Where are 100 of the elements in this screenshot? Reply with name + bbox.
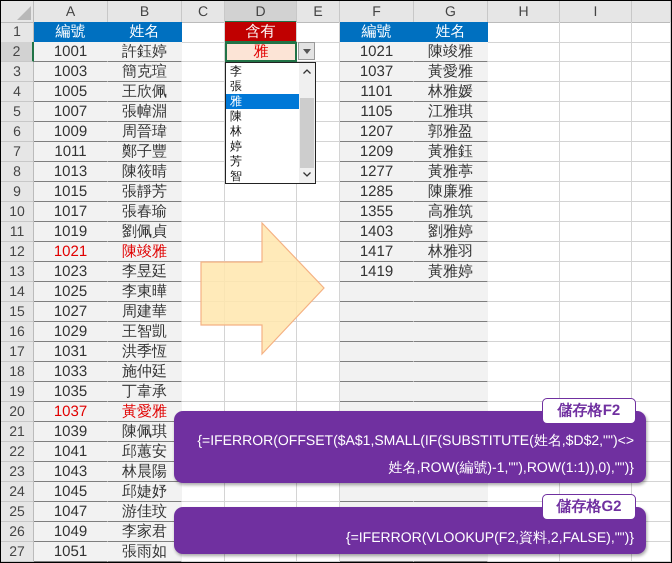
table-cell: 周建華 (108, 302, 182, 322)
row-header[interactable]: 5 (1, 102, 34, 122)
empty-cell (632, 342, 671, 362)
dropdown-item[interactable]: 李 (226, 64, 299, 79)
scrollbar-thumb[interactable] (300, 98, 314, 168)
table-cell: 劉佩貞 (108, 222, 182, 242)
empty-cell (632, 202, 671, 222)
empty-cell (560, 242, 632, 262)
table-cell: 林雅媛 (414, 82, 488, 102)
row-header[interactable]: 17 (1, 342, 34, 362)
table-cell: 陳竣雅 (414, 42, 488, 62)
table-cell: 1403 (340, 222, 414, 242)
chevron-down-icon[interactable] (303, 172, 311, 177)
row-header[interactable]: 12 (1, 242, 34, 262)
empty-cell (560, 262, 632, 282)
column-header[interactable]: I (560, 1, 632, 23)
table-cell: 1105 (340, 102, 414, 122)
select-all-icon[interactable] (17, 6, 31, 20)
table-cell: 1013 (34, 162, 108, 182)
table-cell: 李東曄 (108, 282, 182, 302)
table-cell: 1007 (34, 102, 108, 122)
row-header[interactable]: 7 (1, 142, 34, 162)
row-header[interactable]: 16 (1, 322, 34, 342)
column-header[interactable]: H (488, 1, 560, 23)
empty-cell (560, 42, 632, 62)
row-header[interactable]: 13 (1, 262, 34, 282)
chevron-up-icon[interactable] (303, 69, 311, 74)
empty-cell (632, 262, 671, 282)
table-cell: 黃愛雅 (414, 62, 488, 82)
table-cell: 1417 (340, 242, 414, 262)
empty-cell (560, 62, 632, 82)
table-cell: 1025 (34, 282, 108, 302)
column-header[interactable] (632, 1, 671, 23)
row-header[interactable]: 18 (1, 362, 34, 382)
dropdown-button[interactable] (298, 42, 315, 60)
table-cell: 江雅琪 (414, 102, 488, 122)
table-cell: 劉雅婷 (414, 222, 488, 242)
dropdown-item[interactable]: 陳 (226, 109, 299, 124)
table-cell: 1023 (34, 262, 108, 282)
empty-cell (632, 82, 671, 102)
table-cell: 1011 (34, 142, 108, 162)
row-header[interactable]: 9 (1, 182, 34, 202)
row-header[interactable]: 11 (1, 222, 34, 242)
row-header[interactable]: 4 (1, 82, 34, 102)
column-heading: 姓名 (414, 22, 488, 43)
dropdown-item[interactable]: 雅 (226, 94, 299, 109)
row-header[interactable]: 14 (1, 282, 34, 302)
column-header[interactable]: C (182, 1, 225, 23)
table-cell: 施仲廷 (108, 362, 182, 382)
dropdown-item[interactable]: 婷 (226, 139, 299, 154)
empty-cell (560, 162, 632, 182)
table-cell: 周晉瑋 (108, 122, 182, 142)
table-cell: 1277 (340, 162, 414, 182)
column-header[interactable]: B (108, 1, 182, 23)
row-header[interactable]: 8 (1, 162, 34, 182)
row-header[interactable]: 6 (1, 122, 34, 142)
row-header[interactable]: 3 (1, 62, 34, 82)
row-header[interactable]: 24 (1, 482, 34, 502)
row-header[interactable]: 21 (1, 422, 34, 442)
dropdown-item[interactable]: 芳 (226, 154, 299, 169)
table-cell: 1045 (34, 482, 108, 502)
row-header[interactable]: 1 (1, 22, 34, 43)
table-cell: 李昱廷 (108, 262, 182, 282)
empty-cell (632, 122, 671, 142)
empty-cell (560, 222, 632, 242)
dropdown-item[interactable]: 張 (226, 79, 299, 94)
row-header[interactable]: 25 (1, 502, 34, 522)
row-header[interactable]: 26 (1, 522, 34, 542)
row-header[interactable]: 20 (1, 402, 34, 422)
table-cell: 陳廉雅 (414, 182, 488, 202)
row-header[interactable]: 27 (1, 542, 34, 562)
row-header[interactable]: 15 (1, 302, 34, 322)
table-cell: 1003 (34, 62, 108, 82)
table-cell: 黃雅鈺 (414, 142, 488, 162)
column-heading: 姓名 (108, 22, 182, 43)
table-cell: 高雅筑 (414, 202, 488, 222)
empty-cell (632, 142, 671, 162)
table-cell: 張靜芳 (108, 182, 182, 202)
column-header[interactable]: G (414, 1, 488, 23)
formula-text: {=IFERROR(VLOOKUP(F2,資料,2,FALSE),"")} (344, 528, 634, 547)
column-header[interactable]: F (340, 1, 414, 23)
row-header[interactable]: 22 (1, 442, 34, 462)
column-header[interactable]: D (225, 1, 297, 23)
empty-cell (560, 322, 632, 342)
dropdown-item[interactable]: 智 (226, 169, 299, 184)
empty-cell (560, 282, 632, 302)
column-header[interactable]: E (297, 1, 340, 23)
table-cell: 1041 (34, 442, 108, 462)
row-header[interactable]: 10 (1, 202, 34, 222)
column-header[interactable]: A (34, 1, 108, 23)
empty-cell (632, 102, 671, 122)
criteria-cell[interactable]: 雅 (225, 42, 297, 62)
row-header[interactable]: 23 (1, 462, 34, 482)
dropdown-item[interactable]: 林 (226, 124, 299, 139)
row-header[interactable]: 2 (1, 42, 34, 62)
caret-icon (302, 48, 310, 54)
table-cell: 1047 (34, 502, 108, 522)
scrollbar[interactable] (299, 63, 315, 183)
row-header[interactable]: 19 (1, 382, 34, 402)
table-cell: 張雨如 (108, 542, 182, 562)
